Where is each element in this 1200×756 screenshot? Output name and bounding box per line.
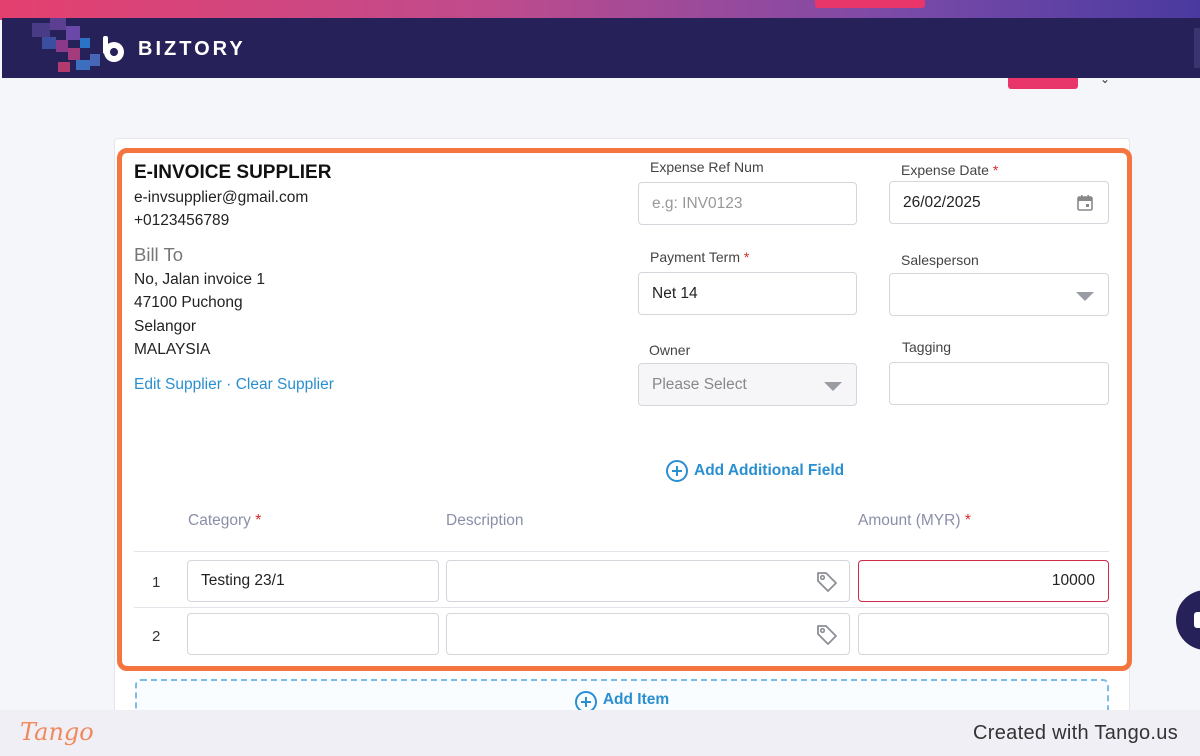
tango-logo[interactable]: Tango [20, 718, 94, 746]
tango-footer: Tango Created with Tango.us [0, 710, 1200, 756]
top-pink-tab [815, 0, 925, 8]
chat-widget-button[interactable] [1176, 590, 1200, 650]
biztory-logo-icon [103, 36, 124, 62]
created-with-text[interactable]: Created with Tango.us [973, 722, 1178, 745]
chevron-down-icon[interactable]: ⌄ [1100, 72, 1110, 86]
header-right-edge [1194, 28, 1200, 68]
header-pixel-decoration [2, 18, 112, 78]
tango-highlight-frame [117, 148, 1132, 671]
brand-name: BIZTORY [138, 37, 246, 60]
background-action-button[interactable] [1008, 78, 1078, 89]
top-gradient-bar [0, 0, 1200, 20]
add-item-label: Add Item [602, 691, 670, 708]
app-header: BIZTORY [2, 18, 1200, 78]
brand-logo[interactable]: BIZTORY [100, 34, 246, 64]
